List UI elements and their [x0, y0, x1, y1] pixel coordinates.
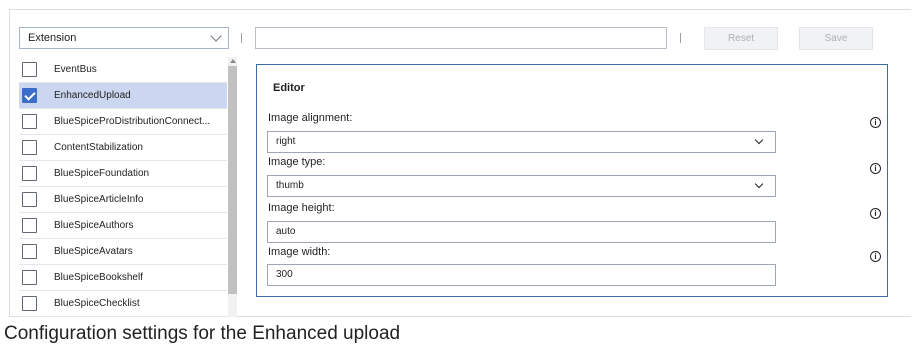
image-type-label: Image type:	[268, 156, 326, 168]
list-item[interactable]: BlueSpiceFoundation	[19, 161, 227, 187]
image-alignment-value: right	[276, 136, 296, 147]
image-width-input[interactable]: 300	[267, 264, 776, 286]
list-item-label: BlueSpiceFoundation	[54, 168, 150, 179]
checkbox[interactable]	[22, 218, 37, 233]
scrollbar-thumb[interactable]	[228, 66, 237, 294]
toolbar-divider	[680, 33, 681, 43]
editor-panel: Editor Image alignment: right i Image ty…	[256, 64, 888, 297]
info-icon[interactable]: i	[870, 208, 881, 219]
checkbox[interactable]	[22, 88, 37, 103]
list-item[interactable]: EventBus	[19, 57, 227, 83]
chevron-down-icon	[754, 179, 764, 189]
list-scrollbar[interactable]	[228, 57, 237, 317]
list-item-label: EnhancedUpload	[54, 90, 131, 101]
list-item-label: EventBus	[54, 64, 97, 75]
list-item-label: BlueSpiceBookshelf	[54, 272, 143, 283]
filter-select[interactable]: Extension	[19, 27, 229, 49]
reset-button[interactable]: Reset	[704, 27, 778, 50]
image-height-input[interactable]: auto	[267, 221, 776, 243]
list-item-label: BlueSpiceProDistributionConnect...	[54, 116, 211, 127]
toolbar-divider	[241, 33, 242, 43]
extension-list: EventBus EnhancedUpload BlueSpiceProDist…	[19, 57, 227, 317]
image-width-label: Image width:	[268, 246, 331, 258]
list-item-label: BlueSpiceArticleInfo	[54, 194, 144, 205]
filter-select-value: Extension	[28, 32, 77, 44]
info-icon[interactable]: i	[870, 163, 881, 174]
save-button[interactable]: Save	[799, 27, 873, 50]
checkbox[interactable]	[22, 166, 37, 181]
list-item[interactable]: BlueSpiceProDistributionConnect...	[19, 109, 227, 135]
image-alignment-label: Image alignment:	[268, 112, 353, 124]
checkbox[interactable]	[22, 270, 37, 285]
list-item[interactable]: BlueSpiceBookshelf	[19, 265, 227, 291]
info-icon[interactable]: i	[870, 251, 881, 262]
checkbox[interactable]	[22, 296, 37, 311]
image-width-value: 300	[276, 269, 293, 280]
list-item[interactable]: ContentStabilization	[19, 135, 227, 161]
list-item-label: BlueSpiceChecklist	[54, 298, 140, 309]
scroll-up-arrow-icon[interactable]	[230, 59, 236, 63]
list-item[interactable]: EnhancedUpload	[19, 83, 227, 109]
list-item[interactable]: BlueSpiceAvatars	[19, 239, 227, 265]
image-height-value: auto	[276, 226, 296, 237]
list-item-label: ContentStabilization	[54, 142, 143, 153]
checkbox[interactable]	[22, 244, 37, 259]
list-item[interactable]: BlueSpiceArticleInfo	[19, 187, 227, 213]
search-input[interactable]	[255, 27, 667, 49]
panel-title: Editor	[273, 82, 305, 94]
list-item[interactable]: BlueSpiceChecklist	[19, 291, 227, 317]
checkbox[interactable]	[22, 192, 37, 207]
checkbox[interactable]	[22, 62, 37, 77]
list-item-label: BlueSpiceAvatars	[54, 246, 133, 257]
info-icon[interactable]: i	[870, 117, 881, 128]
image-alignment-select[interactable]: right	[267, 131, 776, 153]
chevron-down-icon	[210, 30, 222, 42]
chevron-down-icon	[754, 135, 764, 145]
checkbox[interactable]	[22, 114, 37, 129]
figure-caption: Configuration settings for the Enhanced …	[4, 323, 401, 344]
checkbox[interactable]	[22, 140, 37, 155]
image-height-label: Image height:	[268, 202, 335, 214]
list-item-label: BlueSpiceAuthors	[54, 220, 134, 231]
image-type-value: thumb	[276, 180, 304, 191]
list-item[interactable]: BlueSpiceAuthors	[19, 213, 227, 239]
image-type-select[interactable]: thumb	[267, 175, 776, 197]
